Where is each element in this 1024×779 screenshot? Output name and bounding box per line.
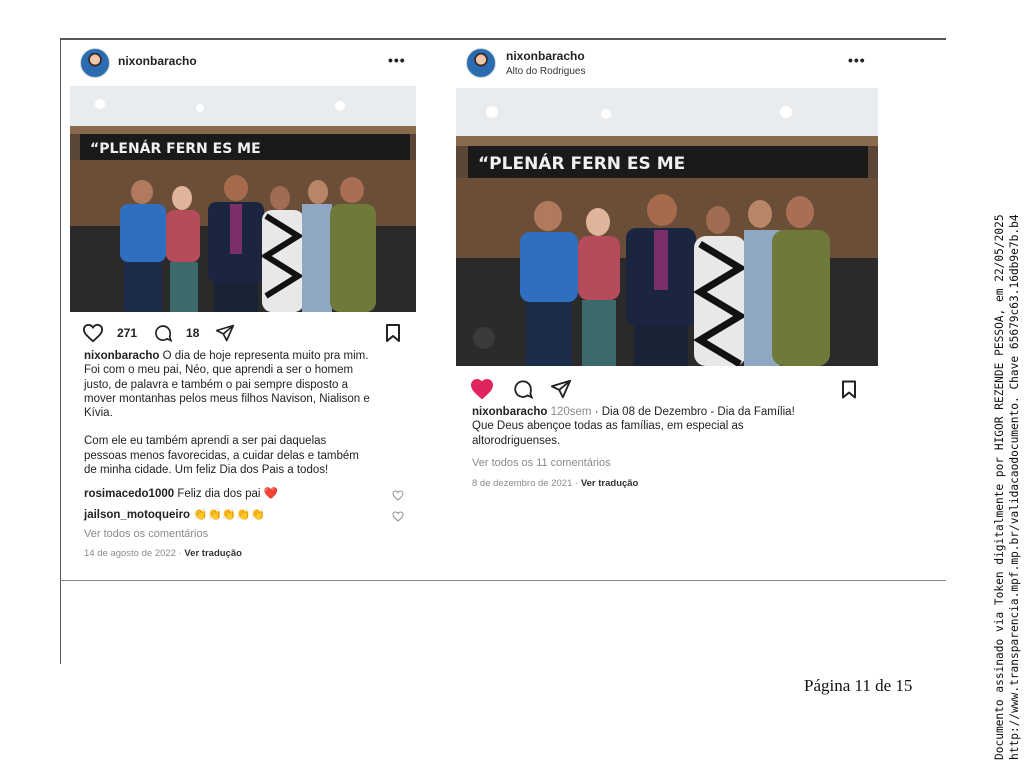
instagram-post-right: nixonbaracho Alto do Rodrigues ••• “PLEN… [446, 40, 886, 578]
comment-bubble-icon[interactable] [153, 323, 173, 343]
caption-line: Kívia. [84, 407, 113, 420]
post-date-row: 14 de agosto de 2022 · Ver tradução [84, 548, 242, 559]
caption-time: 120sem [547, 406, 592, 418]
view-all-comments-link[interactable]: Ver todos os comentários [84, 528, 208, 540]
page-number: Página 11 de 15 [804, 676, 913, 695]
comment-username[interactable]: rosimacedo1000 [84, 488, 174, 500]
svg-text:“PLENÁR FERN ES ME: “PLENÁR FERN ES ME [478, 152, 685, 174]
translate-link[interactable]: Ver tradução [184, 548, 242, 559]
post-date-row: 8 de dezembro de 2021 · Ver tradução [472, 478, 639, 489]
svg-text:“PLENÁR FERN ES ME: “PLENÁR FERN ES ME [90, 140, 261, 157]
bookmark-icon[interactable] [384, 323, 402, 348]
signature-line: Documento assinado via Token digitalment… [993, 214, 1006, 760]
caption-line: mover montanhas pelos meus filhos Naviso… [84, 392, 370, 405]
page-frame-bottom [60, 580, 946, 581]
view-all-comments-link[interactable]: Ver todos os 11 comentários [472, 457, 611, 469]
more-options-icon[interactable]: ••• [388, 52, 406, 68]
caption-username[interactable]: nixonbaracho [472, 406, 547, 418]
bookmark-icon[interactable] [840, 379, 858, 405]
family-photo-illustration: “PLENÁR FERN ES ME [70, 86, 416, 312]
post-location[interactable]: Alto do Rodrigues [506, 66, 586, 77]
comments-count[interactable]: 18 [186, 326, 199, 340]
caption-line: de minha cidade. Um feliz Dia dos Pais a… [84, 464, 329, 477]
liked-heart-icon[interactable] [470, 378, 494, 400]
comment-like-heart-icon[interactable] [392, 509, 404, 527]
post-photo[interactable]: “PLENÁR FERN ES ME [70, 86, 416, 312]
validation-url-line[interactable]: http://www.transparencia.mpf.mp.br/valid… [1007, 0, 1022, 760]
comment-row: jailson_motoqueiro 👏👏👏👏👏 [84, 507, 265, 521]
caption-line: altorodriguenses. [472, 434, 561, 447]
page-frame-left [60, 38, 61, 664]
avatar[interactable] [466, 48, 496, 78]
post-date: 14 de agosto de 2022 [84, 548, 176, 559]
post-username[interactable]: nixonbaracho [506, 49, 585, 63]
share-paper-plane-icon[interactable] [550, 378, 572, 400]
more-options-icon[interactable]: ••• [848, 52, 866, 68]
post-date: 8 de dezembro de 2021 [472, 478, 573, 489]
post-photo[interactable]: “PLENÁR FERN ES ME [456, 88, 878, 366]
family-photo-illustration: “PLENÁR FERN ES ME [456, 88, 878, 366]
caption-line: Que Deus abençoe todas as famílias, em e… [472, 420, 744, 433]
caption-line: · Dia 08 de Dezembro - Dia da Família! [591, 406, 795, 418]
caption-line: Foi com o meu pai, Néo, que aprendi a se… [84, 364, 354, 377]
post-caption: nixonbaracho 120sem · Dia 08 de Dezembro… [472, 405, 882, 448]
avatar[interactable] [80, 48, 110, 78]
comment-like-heart-icon[interactable] [392, 488, 404, 506]
caption-line: justo, de palavra e também o pai sempre … [84, 378, 349, 391]
like-heart-icon[interactable] [82, 323, 104, 343]
post-username[interactable]: nixonbaracho [118, 54, 197, 68]
comment-text: 👏👏👏👏👏 [190, 509, 265, 521]
post-actions: 271 18 [82, 323, 235, 343]
comment-username[interactable]: jailson_motoqueiro [84, 509, 190, 521]
share-paper-plane-icon[interactable] [215, 323, 235, 343]
comment-row: rosimacedo1000 Feliz dia dos pai ❤️ [84, 486, 278, 500]
instagram-post-left: nixonbaracho ••• “PLENÁR FERN ES ME 271 … [64, 40, 420, 578]
post-caption: nixonbaracho O dia de hoje representa mu… [84, 349, 414, 477]
caption-line: Com ele eu também aprendi a ser pai daqu… [84, 435, 327, 448]
translate-link[interactable]: Ver tradução [581, 478, 639, 489]
caption-username[interactable]: nixonbaracho [84, 350, 159, 362]
caption-line: O dia de hoje representa muito pra mim. [159, 350, 369, 362]
comment-text: Feliz dia dos pai ❤️ [174, 488, 278, 500]
digital-signature-note: Documento assinado via Token digitalment… [992, 0, 1022, 760]
comment-bubble-icon[interactable] [512, 378, 534, 400]
post-actions [470, 378, 572, 400]
caption-line: pessoas menos favorecidas, a cuidar dela… [84, 449, 359, 462]
likes-count[interactable]: 271 [117, 326, 137, 340]
